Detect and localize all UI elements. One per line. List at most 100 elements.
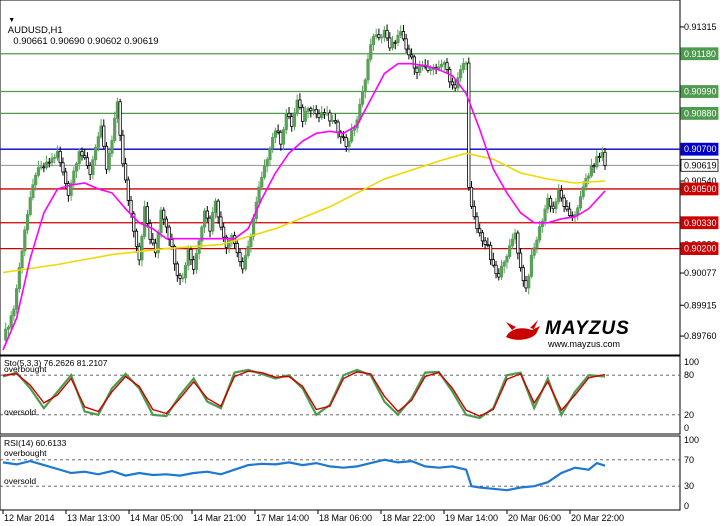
candle-body: [292, 112, 297, 127]
candle-body: [311, 109, 316, 112]
candle-body: [260, 176, 264, 188]
x-tick-label: 14 Mar 21:00: [193, 513, 246, 523]
candle-body: [518, 252, 523, 269]
candle-body: [469, 187, 474, 207]
logo-brand: MAYZUS: [545, 318, 630, 339]
candle-body: [194, 253, 199, 270]
candle-body: [499, 265, 504, 278]
candle-body: [202, 210, 207, 228]
candle-body: [118, 101, 122, 136]
candle-body: [148, 222, 152, 240]
candle-body: [189, 248, 193, 261]
candle-body: [9, 315, 13, 328]
candle-body: [153, 242, 158, 254]
candle-body: [565, 206, 569, 210]
candle-body: [121, 134, 125, 165]
candle-body: [461, 63, 465, 71]
candle-body: [181, 277, 185, 280]
stoch-y-tick-label: 20: [684, 410, 694, 420]
candle-body: [382, 29, 386, 38]
candle-body: [34, 174, 38, 186]
candle-body: [271, 136, 275, 149]
candle-body: [77, 151, 81, 165]
candle-body: [445, 62, 449, 70]
candle-body: [597, 156, 602, 158]
candle-body: [546, 197, 550, 210]
candle-body: [532, 247, 536, 256]
candle-body: [167, 226, 171, 240]
candle-body: [115, 101, 120, 119]
candle-body: [170, 239, 174, 247]
candle-body: [412, 56, 416, 69]
candle-body: [273, 130, 277, 138]
candle-body: [592, 165, 596, 168]
candle-body: [197, 240, 201, 254]
candle-body: [104, 145, 109, 170]
y-tick-label: 0.91180: [684, 49, 716, 59]
candle-body: [562, 197, 566, 207]
candle-body: [257, 186, 261, 203]
candle-body: [287, 113, 291, 118]
x-tick-label: 19 Mar 14:00: [445, 513, 498, 523]
candle-body: [589, 165, 593, 177]
candle-body: [28, 197, 32, 215]
rsi-y-tick-label: 0: [684, 501, 689, 511]
candle-body: [347, 140, 351, 147]
candle-body: [497, 273, 501, 278]
candle-body: [502, 261, 506, 267]
rsi-y-tick-label: 100: [684, 435, 699, 445]
y-tick-label: 0.90200: [684, 244, 717, 254]
candle-body: [6, 326, 11, 330]
candle-body: [53, 156, 57, 159]
candle-body: [107, 152, 111, 170]
candle-body: [380, 36, 384, 39]
candle-body: [110, 140, 114, 154]
candle-body: [363, 79, 367, 93]
candle-body: [331, 120, 335, 122]
candle-body: [377, 34, 381, 38]
candle-body: [140, 235, 144, 261]
candle-body: [516, 232, 520, 254]
candle-body: [58, 150, 62, 164]
y-tick-label: 0.90990: [684, 87, 717, 97]
candle-body: [208, 217, 212, 232]
candle-body: [366, 58, 370, 81]
candle-body: [151, 238, 155, 244]
candle-body: [290, 116, 294, 127]
candle-body: [241, 261, 245, 270]
candle-body: [325, 112, 329, 115]
candle-body: [238, 252, 242, 262]
candle-body: [521, 267, 525, 282]
chart-canvas[interactable]: 0.91315 0.91180 0.90990 0.90880 0.90700 0.906…: [0, 0, 720, 526]
candle-body: [25, 214, 30, 231]
candle-body: [232, 235, 237, 244]
candle-body: [213, 200, 218, 213]
candle-body: [388, 37, 392, 49]
candle-body: [102, 125, 106, 147]
candle-body: [510, 238, 514, 247]
candle-body: [407, 48, 411, 56]
candle-body: [576, 207, 580, 215]
candle-body: [23, 229, 27, 252]
candle-body: [459, 69, 463, 79]
candle-body: [80, 151, 84, 157]
candle-body: [418, 65, 422, 73]
candle-body: [480, 232, 485, 242]
x-tick-label: 12 Mar 2014: [4, 513, 55, 523]
candle-body: [567, 208, 572, 216]
candle-body: [524, 280, 528, 289]
x-tick-label: 20 Mar 22:00: [571, 513, 624, 523]
candle-body: [333, 120, 337, 123]
candle-body: [55, 150, 60, 158]
y-tick-label: 0.91315: [684, 22, 717, 32]
candle-body: [390, 41, 395, 49]
candle-body: [322, 112, 327, 115]
candle-body: [301, 106, 305, 122]
candle-body: [262, 165, 267, 178]
candle-body: [15, 288, 19, 310]
candle-body: [475, 216, 479, 230]
candle-body: [508, 245, 512, 257]
y-tick-label: 0.90500: [684, 184, 717, 194]
y-tick-label: 0.89915: [684, 300, 717, 310]
candle-body: [578, 196, 583, 209]
